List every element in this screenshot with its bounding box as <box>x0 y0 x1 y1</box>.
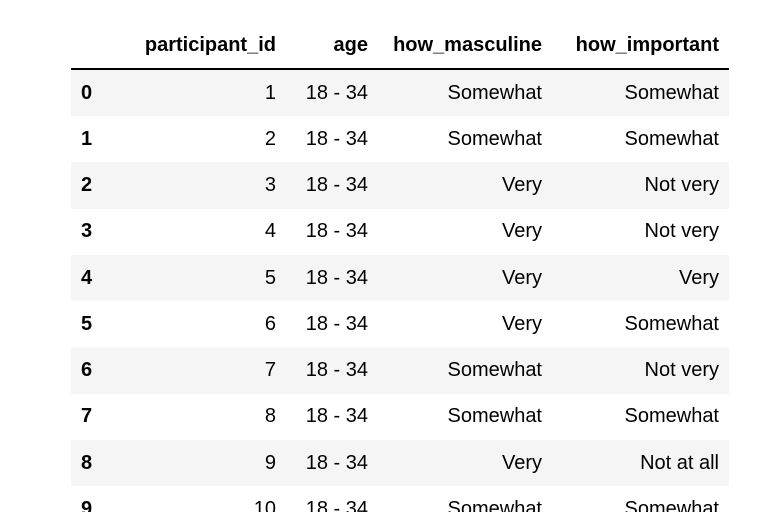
table-row: 1 2 18 - 34 Somewhat Somewhat <box>71 116 729 163</box>
how-important-cell: Not very <box>644 220 719 243</box>
participant-id-cell: 8 <box>264 405 276 428</box>
participant-id-cell: 1 <box>264 81 276 104</box>
row-index: 9 <box>81 498 93 512</box>
row-index: 6 <box>81 359 93 382</box>
row-index: 7 <box>81 405 93 428</box>
row-index: 4 <box>81 266 93 289</box>
header-row: participant_id age how_masculine how_imp… <box>71 22 729 70</box>
table-row: 7 8 18 - 34 Somewhat Somewhat <box>71 393 729 441</box>
how-important-cell: Very <box>678 266 719 289</box>
table-row: 6 7 18 - 34 Somewhat Not very <box>71 347 729 394</box>
row-index: 3 <box>81 220 93 243</box>
age-cell: 18 - 34 <box>305 173 368 196</box>
participant-id-cell: 6 <box>264 312 276 335</box>
column-header-age: age <box>286 22 378 70</box>
column-header-how-masculine: how_masculine <box>378 22 552 70</box>
how-important-cell: Not at all <box>640 451 719 474</box>
table-row: 9 10 18 - 34 Somewhat Somewhat <box>71 486 729 512</box>
how-masculine-cell: Somewhat <box>447 81 543 104</box>
participant-id-cell: 4 <box>264 220 276 243</box>
row-index: 2 <box>81 173 93 196</box>
age-cell: 18 - 34 <box>305 405 368 428</box>
how-masculine-cell: Very <box>501 312 542 335</box>
participant-id-cell: 5 <box>264 266 276 289</box>
table-row: 3 4 18 - 34 Very Not very <box>71 208 729 255</box>
how-important-cell: Somewhat <box>624 405 720 428</box>
participant-id-cell: 10 <box>253 498 276 512</box>
age-cell: 18 - 34 <box>305 81 368 104</box>
age-cell: 18 - 34 <box>305 451 368 474</box>
index-header <box>71 22 107 70</box>
how-important-cell: Not very <box>644 359 719 382</box>
age-cell: 18 - 34 <box>305 498 368 512</box>
table-row: 8 9 18 - 34 Very Not at all <box>71 440 729 487</box>
age-cell: 18 - 34 <box>305 312 368 335</box>
column-header-participant-id: participant_id <box>107 22 286 70</box>
row-index: 5 <box>81 312 93 335</box>
table-row: 2 3 18 - 34 Very Not very <box>71 162 729 209</box>
row-index: 0 <box>81 81 93 104</box>
table-row: 5 6 18 - 34 Very Somewhat <box>71 301 729 348</box>
row-index: 8 <box>81 451 93 474</box>
how-important-cell: Not very <box>644 173 719 196</box>
notebook-output-area: participant_id age how_masculine how_imp… <box>0 0 782 512</box>
how-masculine-cell: Very <box>501 451 542 474</box>
participant-id-cell: 7 <box>264 359 276 382</box>
participant-id-cell: 3 <box>264 173 276 196</box>
how-masculine-cell: Somewhat <box>447 127 543 150</box>
how-important-cell: Somewhat <box>624 498 720 512</box>
age-cell: 18 - 34 <box>305 127 368 150</box>
age-cell: 18 - 34 <box>305 266 368 289</box>
how-masculine-cell: Very <box>501 220 542 243</box>
table-header: participant_id age how_masculine how_imp… <box>71 22 729 70</box>
participant-id-cell: 9 <box>264 451 276 474</box>
how-important-cell: Somewhat <box>624 127 720 150</box>
how-important-cell: Somewhat <box>624 81 720 104</box>
how-masculine-cell: Somewhat <box>447 359 543 382</box>
dataframe-table: participant_id age how_masculine how_imp… <box>71 22 729 512</box>
how-masculine-cell: Very <box>501 266 542 289</box>
how-masculine-cell: Somewhat <box>447 405 543 428</box>
table-row: 0 1 18 - 34 Somewhat Somewhat <box>71 69 729 116</box>
age-cell: 18 - 34 <box>305 359 368 382</box>
how-masculine-cell: Very <box>501 173 542 196</box>
row-index: 1 <box>81 127 93 150</box>
age-cell: 18 - 34 <box>305 220 368 243</box>
table-row: 4 5 18 - 34 Very Very <box>71 254 729 302</box>
how-masculine-cell: Somewhat <box>447 498 543 512</box>
column-header-how-important: how_important <box>552 22 729 70</box>
how-important-cell: Somewhat <box>624 312 720 335</box>
participant-id-cell: 2 <box>264 127 276 150</box>
table-body: 0 1 18 - 34 Somewhat Somewhat 1 2 18 - 3… <box>71 69 729 512</box>
